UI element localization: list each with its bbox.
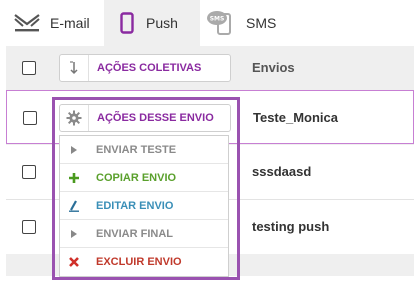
email-icon [14, 14, 40, 32]
row-checkbox[interactable] [22, 220, 36, 234]
tab-sms-label: SMS [246, 15, 277, 31]
menu-item-copiar-envio[interactable]: COPIAR ENVIO [60, 164, 228, 192]
send-name: testing push [252, 219, 330, 234]
play-icon [60, 145, 88, 155]
row-actions-label: AÇÕES DESSE ENVIO [97, 112, 214, 124]
row-actions-menu: ENVIAR TESTE COPIAR ENVIO EDITAR ENVIO E… [59, 135, 229, 277]
tab-sms[interactable]: SMS SMS [200, 0, 290, 46]
menu-item-label: EXCLUIR ENVIO [96, 256, 182, 268]
tab-push[interactable]: Push [104, 0, 200, 46]
plus-icon [60, 172, 88, 183]
row-actions-dropdown: AÇÕES DESSE ENVIO ENVIAR TESTE COPIAR EN… [59, 104, 231, 277]
tab-email[interactable]: E-mail [0, 0, 104, 46]
phone-icon [120, 12, 134, 34]
row-checkbox[interactable] [22, 165, 36, 179]
menu-item-label: ENVIAR FINAL [96, 227, 173, 240]
column-envios: Envios [252, 60, 295, 75]
menu-item-excluir-envio[interactable]: EXCLUIR ENVIO [60, 248, 228, 276]
send-name: sssdaasd [252, 164, 312, 179]
channel-tabs: E-mail Push SMS SMS [0, 0, 414, 46]
play-icon [60, 229, 88, 239]
select-all-checkbox[interactable] [22, 61, 36, 75]
tab-email-label: E-mail [50, 15, 90, 31]
menu-item-enviar-teste[interactable]: ENVIAR TESTE [60, 136, 228, 164]
collective-actions-button[interactable]: AÇÕES COLETIVAS [59, 54, 231, 82]
tab-push-label: Push [146, 15, 178, 31]
send-name: Teste_Monica [253, 110, 339, 125]
sort-down-icon [60, 55, 89, 81]
menu-item-label: EDITAR ENVIO [96, 199, 174, 212]
menu-item-editar-envio[interactable]: EDITAR ENVIO [60, 192, 228, 220]
menu-item-enviar-final[interactable]: ENVIAR FINAL [60, 220, 228, 248]
gear-icon [60, 105, 89, 131]
edit-icon [60, 199, 88, 212]
sms-icon: SMS [206, 8, 236, 38]
table-header: AÇÕES COLETIVAS Envios [6, 46, 414, 91]
menu-item-label: ENVIAR TESTE [96, 143, 177, 156]
row-checkbox[interactable] [23, 111, 37, 125]
menu-item-label: COPIAR ENVIO [96, 171, 177, 184]
collective-actions-label: AÇÕES COLETIVAS [97, 62, 202, 74]
close-icon [60, 257, 88, 267]
row-actions-button[interactable]: AÇÕES DESSE ENVIO [59, 104, 231, 132]
svg-text:SMS: SMS [210, 16, 225, 23]
